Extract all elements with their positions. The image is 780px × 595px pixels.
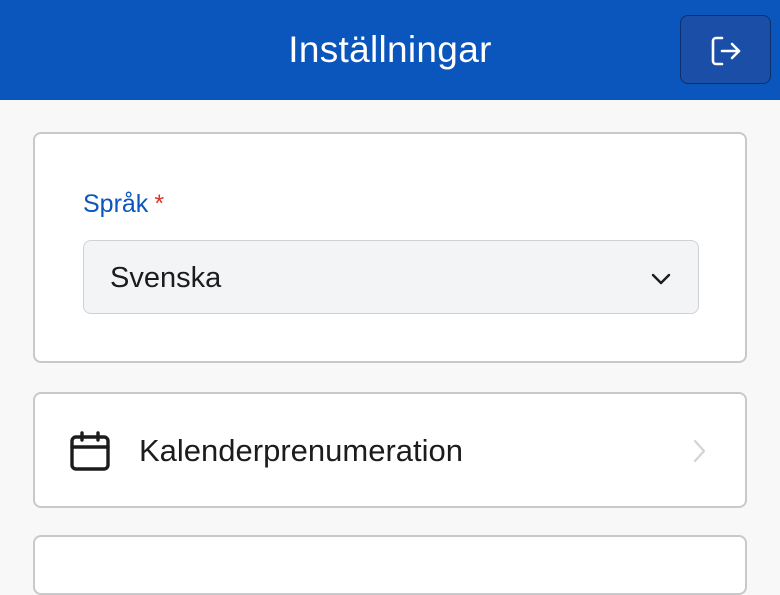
language-label-text: Språk [83,190,149,218]
next-settings-card [33,535,747,595]
app-header: Inställningar [0,0,780,100]
chevron-right-icon [693,439,706,463]
chevron-down-icon [651,273,671,285]
logout-button[interactable] [680,15,771,84]
language-card: Språk * Svenska [33,132,747,363]
calendar-subscription-item[interactable]: Kalenderprenumeration [33,392,747,508]
calendar-subscription-label: Kalenderprenumeration [139,433,463,468]
page-title: Inställningar [288,29,492,70]
language-label: Språk * [83,189,164,219]
logout-icon [711,36,741,66]
language-select-value: Svenska [110,262,222,294]
language-select[interactable]: Svenska [83,240,699,314]
required-marker: * [154,190,165,218]
calendar-icon [70,431,110,471]
